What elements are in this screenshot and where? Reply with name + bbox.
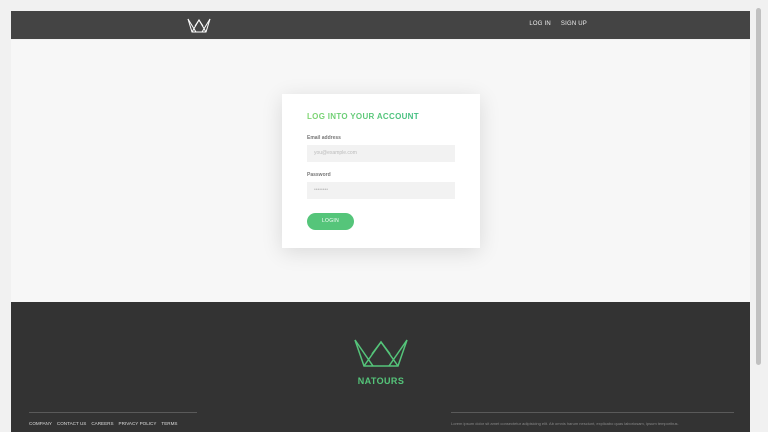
footer-link-privacy[interactable]: PRIVACY POLICY [119,421,157,426]
scroll-thumb[interactable] [756,8,761,365]
footer-logo: NATOURS [354,338,408,386]
email-field[interactable] [307,145,455,162]
page: LOG IN SIGN UP LOG INTO YOUR ACCOUNT Ema… [0,0,768,432]
crown-logo-icon [354,339,408,367]
page-scrollbar[interactable] [750,0,768,432]
site-header: LOG IN SIGN UP [11,11,750,39]
login-card: LOG INTO YOUR ACCOUNT Email address Pass… [282,94,480,248]
signup-link[interactable]: SIGN UP [561,19,587,29]
password-field[interactable] [307,182,455,199]
login-link[interactable]: LOG IN [529,19,551,29]
login-button[interactable]: LOGIN [307,212,354,230]
crown-logo-icon[interactable] [187,17,211,33]
password-group: Password [307,172,455,199]
login-title: LOG INTO YOUR ACCOUNT [307,112,455,121]
footer-nav: COMPANY CONTACT US CAREERS PRIVACY POLIC… [29,412,197,426]
footer-link-careers[interactable]: CAREERS [91,421,113,426]
footer-link-contact[interactable]: CONTACT US [57,421,86,426]
email-label: Email address [307,135,341,141]
footer-copyright: Lorem ipsum dolor sit amet consectetur a… [451,412,734,427]
footer-brand: NATOURS [357,376,405,386]
password-label: Password [307,172,331,178]
footer-link-company[interactable]: COMPANY [29,421,52,426]
email-group: Email address [307,135,455,162]
site-footer: NATOURS COMPANY CONTACT US CAREERS PRIVA… [11,302,750,432]
header-nav: LOG IN SIGN UP [529,19,587,29]
footer-link-terms[interactable]: TERMS [161,421,177,426]
